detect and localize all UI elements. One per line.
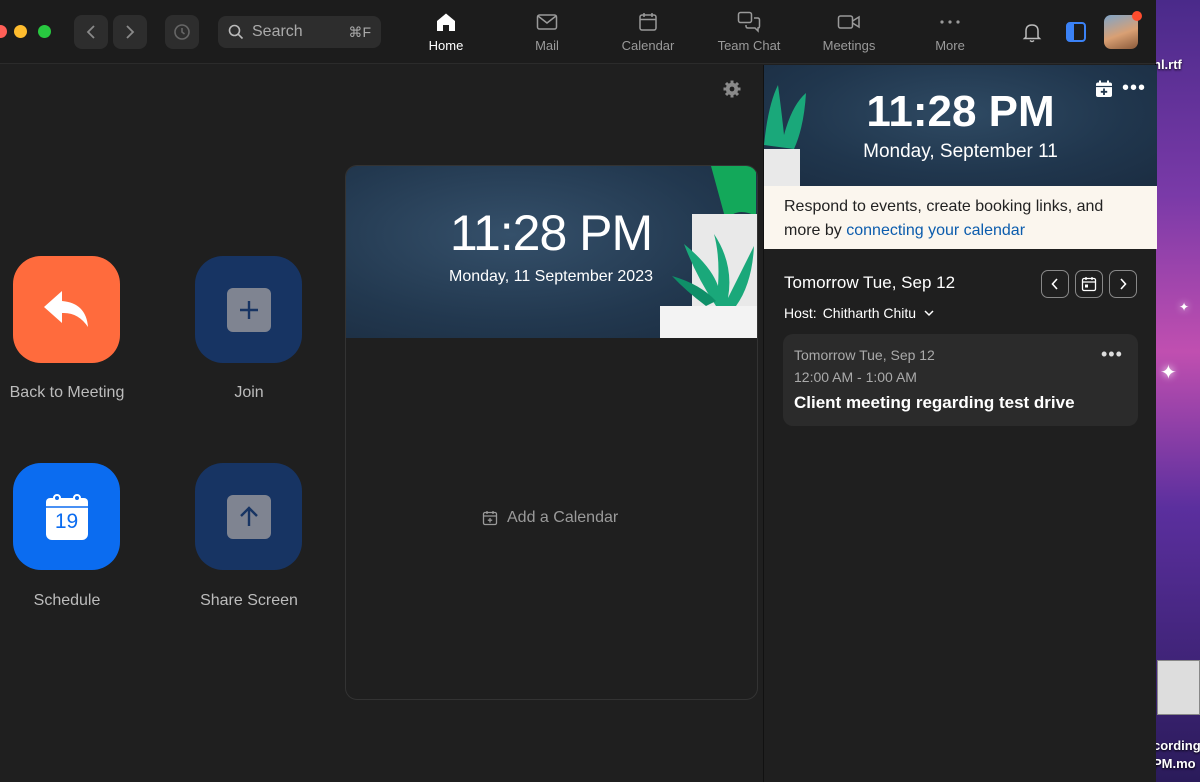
forward-button[interactable] (113, 15, 147, 49)
video-icon (837, 15, 860, 29)
previous-day-button[interactable] (1041, 270, 1069, 298)
close-window-button[interactable] (0, 25, 7, 38)
chevron-left-icon (1051, 278, 1058, 290)
event-date: Tomorrow Tue, Sep 12 (794, 347, 935, 363)
schedule-button[interactable]: 19 (13, 463, 120, 570)
history-button[interactable] (165, 15, 199, 49)
zoom-window: Search ⌘F Home Mail Calendar Team Chat M… (0, 0, 1157, 782)
schedule-day-number: 19 (54, 510, 79, 533)
search-placeholder: Search (252, 23, 303, 40)
tab-mail[interactable]: Mail (497, 10, 597, 58)
desktop-file-name[interactable]: PM.mo (1155, 756, 1196, 771)
clock-date: Monday, 11 September 2023 (449, 268, 653, 285)
today-button[interactable] (1075, 270, 1103, 298)
calendar-widget: 11:28 PM Monday, 11 September 2023 Add a… (345, 165, 758, 700)
connect-calendar-link[interactable]: connecting your calendar (846, 222, 1025, 239)
search-shortcut: ⌘F (348, 23, 371, 40)
home-icon (437, 13, 455, 31)
chevron-down-icon (924, 309, 934, 316)
host-selector[interactable]: Host: Chitharth Chitu (784, 305, 934, 321)
calendar-side-panel: ••• 11:28 PM Monday, September 11 Respon… (763, 65, 1157, 782)
notifications-bell-icon[interactable] (1020, 20, 1044, 44)
back-to-meeting-button[interactable] (13, 256, 120, 363)
status-badge (1132, 11, 1142, 21)
tab-home[interactable]: Home (396, 10, 496, 58)
clock-header: 11:28 PM Monday, 11 September 2023 (346, 166, 757, 338)
chevron-right-icon (126, 25, 135, 39)
schedule-label: Schedule (33, 592, 101, 609)
tab-label: Meetings (822, 38, 876, 53)
event-time: 12:00 AM - 1:00 AM (794, 369, 917, 385)
add-calendar-label: Add a Calendar (507, 509, 619, 526)
share-screen-label: Share Screen (200, 592, 298, 609)
desktop-background: ✦ ✦ nl.rtf cording PM.mo (1155, 0, 1200, 782)
return-arrow-icon (43, 290, 88, 327)
clock-time: 11:28 PM (449, 205, 653, 261)
sparkle-decoration: ✦ (1160, 362, 1177, 384)
back-button[interactable] (74, 15, 108, 49)
desktop-file-name[interactable]: nl.rtf (1155, 57, 1182, 72)
tab-team-chat[interactable]: Team Chat (699, 10, 799, 58)
avatar (1104, 15, 1138, 49)
tab-more[interactable]: More (900, 10, 1000, 58)
history-icon (174, 24, 190, 40)
chevron-right-icon (1120, 278, 1127, 290)
add-calendar-link[interactable]: Add a Calendar (482, 509, 618, 527)
desktop-file-name[interactable]: cording (1155, 738, 1200, 753)
join-button[interactable] (195, 256, 302, 363)
plus-icon (226, 287, 271, 332)
desktop-file-thumbnail[interactable] (1157, 660, 1200, 715)
tab-label: More (935, 38, 965, 53)
back-to-meeting-label: Back to Meeting (9, 384, 125, 401)
tab-label: Home (428, 38, 464, 53)
chat-icon (737, 11, 761, 33)
tab-label: Calendar (621, 38, 675, 53)
settings-gear-icon[interactable] (722, 79, 742, 99)
host-label: Host: (784, 305, 817, 321)
title-bar: Search ⌘F Home Mail Calendar Team Chat M… (0, 0, 1156, 64)
day-heading: Tomorrow Tue, Sep 12 (784, 273, 956, 292)
event-card[interactable]: Tomorrow Tue, Sep 12 12:00 AM - 1:00 AM … (783, 334, 1138, 426)
zoom-window-button[interactable] (38, 25, 51, 38)
sparkle-decoration: ✦ (1179, 300, 1190, 314)
next-day-button[interactable] (1109, 270, 1137, 298)
share-screen-button[interactable] (195, 463, 302, 570)
more-icon (940, 20, 960, 24)
minimize-window-button[interactable] (14, 25, 27, 38)
tab-label: Mail (535, 38, 559, 53)
tab-calendar[interactable]: Calendar (598, 10, 698, 58)
calendar-add-icon (482, 511, 498, 526)
side-panel-toggle-button[interactable] (1066, 22, 1086, 42)
tab-label: Team Chat (717, 38, 781, 53)
join-label: Join (234, 384, 264, 401)
tab-meetings[interactable]: Meetings (799, 10, 899, 58)
search-input[interactable]: Search ⌘F (218, 16, 381, 48)
mail-icon (536, 14, 558, 30)
search-icon (228, 24, 244, 40)
chevron-left-icon (86, 25, 95, 39)
host-name: Chitharth Chitu (822, 305, 917, 321)
event-title: Client meeting regarding test drive (794, 393, 1075, 412)
panel-clock-date: Monday, September 11 (863, 141, 1058, 162)
connect-calendar-banner: Respond to events, create booking links,… (764, 186, 1157, 249)
calendar-icon (639, 13, 657, 31)
profile-avatar-button[interactable] (1104, 11, 1142, 53)
event-more-options-icon[interactable]: ••• (1101, 344, 1123, 365)
panel-clock-time: 11:28 PM (866, 87, 1055, 136)
upload-arrow-icon (226, 494, 271, 539)
calendar-icon (1081, 277, 1097, 292)
panel-clock-header: ••• 11:28 PM Monday, September 11 (764, 65, 1157, 186)
